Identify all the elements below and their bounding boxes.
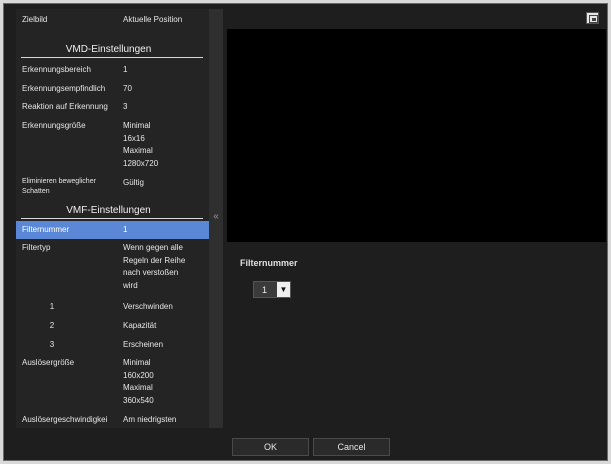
value-filternummer: 1 bbox=[123, 225, 128, 234]
value-ausloeser-line2: 160x200 bbox=[123, 370, 154, 380]
label-reaktion: Reaktion auf Erkennung bbox=[22, 102, 108, 111]
filternummer-label: Filternummer bbox=[240, 258, 298, 268]
value-erkennungsbereich: 1 bbox=[123, 65, 128, 74]
label-geschwindigkeit: Auslösergeschwindigkei bbox=[22, 415, 108, 424]
header-current-position: Aktuelle Position bbox=[123, 15, 183, 24]
value-empfindlichkeit: 70 bbox=[123, 84, 132, 93]
rule-value-3: Erscheinen bbox=[123, 340, 164, 349]
label-empfindlichkeit: Erkennungsempfindlich bbox=[22, 84, 106, 93]
rule-value-2: Kapazität bbox=[123, 321, 157, 330]
rule-number-2: 2 bbox=[49, 321, 55, 330]
label-erkennungsgroesse: Erkennungsgröße bbox=[22, 121, 86, 130]
vmd-section-title: VMD-Einstellungen bbox=[65, 44, 152, 55]
value-filtertyp-line3: nach verstoßen bbox=[123, 268, 179, 277]
row-filternummer-selected[interactable]: Filternummer 1 bbox=[16, 221, 209, 239]
filternummer-select[interactable]: 1 ▼ bbox=[253, 281, 291, 298]
value-schatten: Gültig bbox=[123, 178, 144, 187]
header-target-image: Zielbild bbox=[22, 15, 48, 24]
value-reaktion: 3 bbox=[123, 102, 128, 111]
value-ausloeser-line3: Maximal bbox=[123, 383, 153, 392]
triangle-down-icon[interactable]: ▼ bbox=[277, 282, 290, 297]
label-schatten-line2: Schatten bbox=[22, 188, 50, 195]
value-filtertyp-line1: Wenn gegen alle bbox=[123, 243, 183, 252]
value-groesse-line2: 16x16 bbox=[123, 133, 145, 143]
rule-value-1: Verschwinden bbox=[123, 302, 173, 311]
label-filtertyp: Filtertyp bbox=[22, 243, 51, 252]
vmf-section-title: VMF-Einstellungen bbox=[66, 205, 151, 216]
camera-preview[interactable] bbox=[227, 29, 606, 242]
label-erkennungsbereich: Erkennungsbereich bbox=[22, 65, 91, 74]
label-schatten-line1: Eliminieren beweglicher bbox=[22, 178, 96, 185]
fullscreen-button[interactable] bbox=[586, 12, 599, 24]
settings-list-panel[interactable]: Zielbild Aktuelle Position VMD-Einstellu… bbox=[16, 9, 209, 428]
panel-collapse-bar[interactable]: « bbox=[209, 9, 223, 428]
double-chevron-left-icon[interactable]: « bbox=[210, 211, 222, 222]
value-ausloeser-line1: Minimal bbox=[123, 358, 151, 367]
ok-button[interactable]: OK bbox=[232, 438, 309, 456]
value-ausloeser-line4: 360x540 bbox=[123, 395, 154, 405]
vmf-divider bbox=[21, 218, 203, 219]
value-filtertyp-line4: wird bbox=[123, 280, 138, 290]
rule-number-1: 1 bbox=[49, 302, 55, 311]
vmd-divider bbox=[21, 57, 203, 58]
value-groesse-line1: Minimal bbox=[123, 121, 151, 130]
filternummer-select-value: 1 bbox=[262, 285, 268, 295]
fullscreen-icon-corner bbox=[592, 18, 596, 21]
value-groesse-line4: 1280x720 bbox=[123, 158, 159, 168]
label-filternummer: Filternummer bbox=[22, 225, 70, 234]
cancel-button[interactable]: Cancel bbox=[313, 438, 390, 456]
value-groesse-line3: Maximal bbox=[123, 146, 153, 155]
value-geschwindigkeit: Am niedrigsten bbox=[123, 415, 177, 424]
label-ausloesergroesse: Auslösergröße bbox=[22, 358, 75, 367]
value-filtertyp-line2: Regeln der Reihe bbox=[123, 255, 186, 265]
rule-number-3: 3 bbox=[49, 340, 55, 349]
vmf-settings-dialog: Zielbild Aktuelle Position VMD-Einstellu… bbox=[3, 3, 608, 461]
